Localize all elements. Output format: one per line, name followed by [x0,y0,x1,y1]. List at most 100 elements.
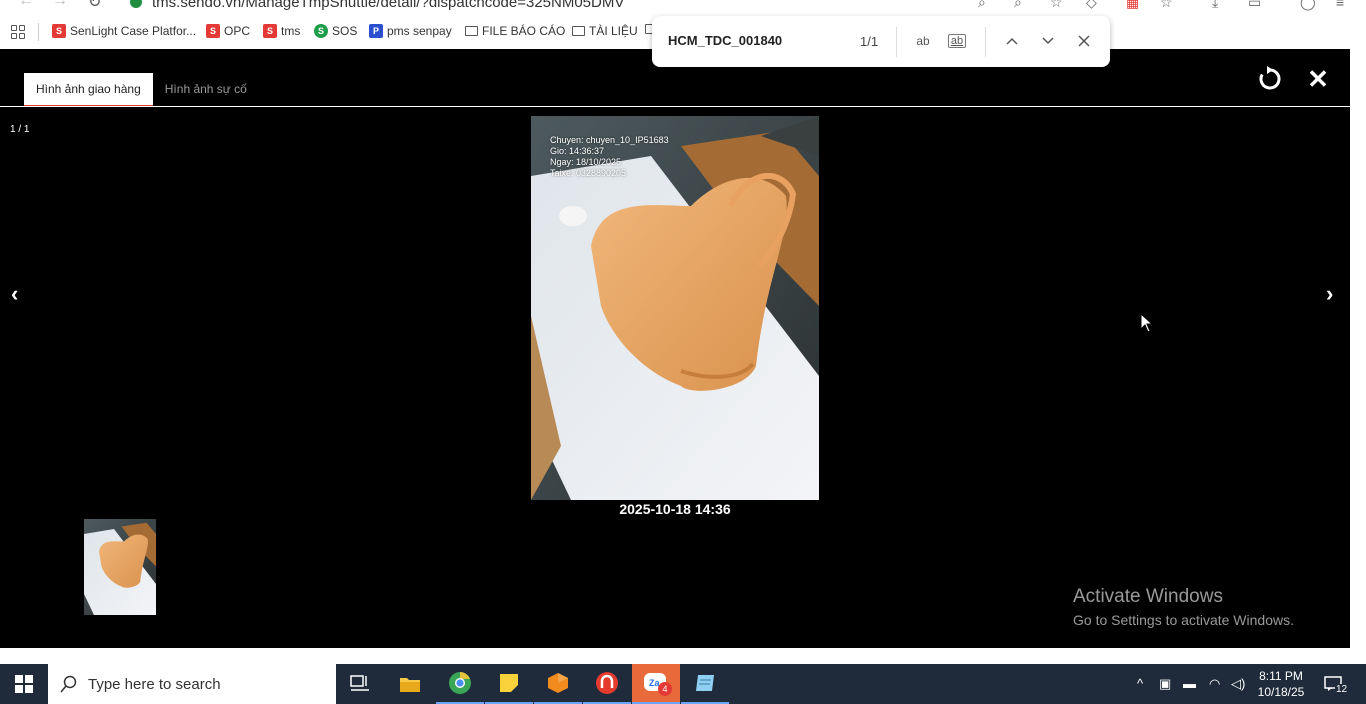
folder-icon [465,26,478,36]
favorites-icon[interactable]: ☆ [1160,0,1176,10]
search-icon [60,675,77,693]
bookmark-label: tms [281,24,301,38]
whole-word-button[interactable]: ab [948,34,966,48]
whole-word-label: ab [950,35,964,47]
chevron-right-icon: › [1326,281,1334,306]
page-scrollbar[interactable] [1350,49,1366,648]
tab-delivery-images[interactable]: Hình ảnh giao hàng [24,73,153,107]
download-icon[interactable]: ⤓ [1212,0,1228,10]
task-view-icon [350,675,369,691]
bookmark-tai-lieu[interactable]: TÀI LIỆU [572,24,638,38]
url-text[interactable]: tms.sendo.vn/ManageTmpShuttle/detail/?di… [152,0,624,11]
find-input[interactable] [668,33,848,48]
network-status-icon[interactable]: ▣ [1159,676,1171,692]
bookmark-label: SenLight Case Platfor... [70,24,197,38]
tab-incident-images[interactable]: Hình ảnh sự cố [153,73,259,107]
bookmark-sos[interactable]: S SOS [314,24,357,38]
folder-icon [400,678,420,692]
thumbnail[interactable] [84,519,156,615]
windows-taskbar: Type here to search Za 4 ^ ▣ ▬ ◠ ◁) 8:11… [0,664,1366,704]
activate-subtitle: Go to Settings to activate Windows. [1073,612,1294,628]
sos-icon: S [314,24,328,38]
previous-image-button[interactable]: ‹ [11,281,18,307]
shield-icon[interactable]: ◇ [1086,0,1102,10]
chrome-app-button[interactable] [436,664,484,704]
site-info-icon[interactable] [130,0,142,8]
bookmark-label: FILE BÁO CÁO [482,24,566,38]
chrome-icon [449,672,471,694]
bookmark-tms[interactable]: S tms [263,24,300,38]
watermark-line: Taixe: 0328890205 [550,168,627,178]
close-icon: ✕ [1307,64,1329,94]
search-icon[interactable]: ⌕ [1014,0,1030,10]
extension-icon[interactable]: ▦ [1126,0,1142,10]
bookmark-senlight[interactable]: S SenLight Case Platfor... [52,24,196,38]
office-app-button[interactable] [534,664,582,704]
show-hidden-icons-button[interactable]: ^ [1137,676,1143,691]
find-previous-button[interactable] [1001,30,1023,52]
apps-grid-icon[interactable] [11,25,25,39]
forward-icon[interactable]: → [52,0,68,10]
close-viewer-button[interactable]: ✕ [1305,66,1331,92]
zalo-app-button[interactable]: Za 4 [632,664,680,704]
find-match-count: 1/1 [860,34,879,49]
photo-timestamp: 2025-10-18 14:36 [619,501,731,517]
split-screen-icon[interactable]: ▭ [1248,0,1264,10]
next-image-button[interactable]: › [1326,281,1333,307]
sticky-notes-icon [500,674,518,692]
task-view-button[interactable] [336,664,384,704]
back-icon[interactable]: ← [18,0,34,10]
folder-icon [572,26,585,36]
viewer-tabs: Hình ảnh giao hàng Hình ảnh sự cố [24,73,259,107]
page-bottom-area [0,648,1366,664]
wifi-icon[interactable]: ◠ [1209,676,1220,692]
reload-icon[interactable]: ↻ [88,0,101,12]
menu-icon[interactable]: ≡ [1336,0,1352,10]
bookmark-opc[interactable]: S OPC [206,24,250,38]
image-viewer-modal: Hình ảnh giao hàng Hình ảnh sự cố 1 / 1 … [0,49,1350,648]
bookmark-star-icon[interactable]: ☆ [1050,0,1066,10]
start-button[interactable] [0,664,48,704]
clock-time: 8:11 PM [1259,669,1303,683]
rotate-icon [1259,66,1281,90]
chevron-left-icon: ‹ [11,281,19,306]
thumbnail-image [84,519,156,615]
taskbar-search-box[interactable]: Type here to search [48,664,336,704]
app-button-red[interactable] [583,664,631,704]
notepad-icon [696,675,714,691]
activate-title: Activate Windows [1073,586,1223,607]
find-close-button[interactable] [1073,30,1095,52]
office-icon [548,673,568,693]
match-case-label: ab [916,34,930,48]
image-counter: 1 / 1 [10,124,30,135]
volume-icon[interactable]: ◁) [1231,676,1245,692]
mouse-cursor-icon [1140,313,1154,333]
pms-icon: P [369,24,383,38]
file-explorer-button[interactable] [386,664,434,704]
bookmark-label: TÀI LIỆU [589,24,638,38]
sendo-icon: S [206,24,220,38]
profile-icon[interactable]: ◯ [1300,0,1316,10]
taskbar-clock[interactable]: 8:11 PM 10/18/25 [1254,668,1308,700]
rotate-button[interactable] [1257,66,1283,92]
sendo-icon: S [263,24,277,38]
notifications-button[interactable]: 12 [1322,672,1352,696]
find-separator [985,27,986,57]
find-in-page-icon[interactable]: ⌕ [978,0,994,10]
tab-divider [0,106,1350,107]
bookmark-label: OPC [224,24,251,38]
battery-icon[interactable]: ▬ [1183,676,1196,691]
bookmark-separator [38,23,39,41]
windows-logo-icon [15,675,33,693]
match-case-button[interactable]: ab [912,30,934,52]
bookmark-pms-senpay[interactable]: P pms senpay [369,24,452,38]
find-next-button[interactable] [1037,30,1059,52]
search-placeholder: Type here to search [88,675,221,693]
bookmark-file-bao-cao[interactable]: FILE BÁO CÁO [465,24,565,38]
bookmark-label: pms senpay [387,24,452,38]
address-bar[interactable]: ← → ↻ tms.sendo.vn/ManageTmpShuttle/deta… [0,0,1366,14]
bookmark-label: SOS [332,24,358,38]
watermark-line: Ngay: 18/10/2025 [550,157,622,167]
notepad-app-button[interactable] [681,664,729,704]
sticky-notes-button[interactable] [485,664,533,704]
